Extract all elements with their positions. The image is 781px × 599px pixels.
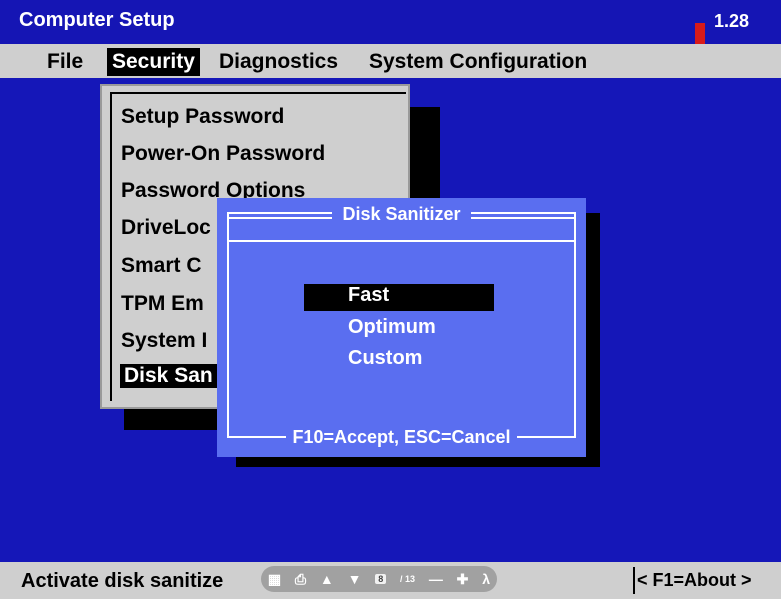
- title-bar: Computer Setup 1.28: [0, 0, 781, 44]
- option-fast[interactable]: Fast: [304, 284, 494, 311]
- disk-sanitizer-dialog: Disk Sanitizer Fast Optimum Custom F10=A…: [217, 198, 586, 457]
- menu-item-setup-password[interactable]: Setup Password: [121, 105, 284, 129]
- menu-item-smart-cover[interactable]: Smart C: [121, 254, 202, 278]
- dialog-border-left: [227, 212, 229, 438]
- option-optimum[interactable]: Optimum: [348, 316, 436, 339]
- dialog-title-text: Disk Sanitizer: [332, 204, 471, 224]
- previous-page-icon[interactable]: ▲: [320, 571, 334, 587]
- menu-item-drivelock[interactable]: DriveLoc: [121, 216, 211, 240]
- dialog-border-right: [574, 212, 576, 438]
- next-page-icon[interactable]: ▼: [348, 571, 362, 587]
- menu-bar: File Security Diagnostics System Configu…: [0, 44, 781, 78]
- dialog-title: Disk Sanitizer: [217, 204, 586, 225]
- option-custom[interactable]: Custom: [348, 347, 422, 370]
- menu-item-power-on-password[interactable]: Power-On Password: [121, 142, 325, 166]
- pdf-viewer-toolbar: ▦ ⎙ ▲ ▼ 8 / 13 — ✚ λ: [261, 566, 497, 592]
- menu-system-configuration[interactable]: System Configuration: [364, 48, 592, 76]
- menu-file[interactable]: File: [42, 48, 88, 76]
- zoom-in-icon[interactable]: ✚: [457, 571, 469, 588]
- menu-security[interactable]: Security: [107, 48, 200, 76]
- status-separator: [633, 567, 635, 594]
- dialog-footer-text[interactable]: F10=Accept, ESC=Cancel: [286, 427, 517, 447]
- acrobat-icon[interactable]: λ: [482, 571, 490, 587]
- dialog-title-divider: [227, 240, 576, 242]
- zoom-out-icon[interactable]: —: [429, 571, 443, 587]
- menu-diagnostics[interactable]: Diagnostics: [214, 48, 343, 76]
- status-help[interactable]: < F1=About >: [637, 570, 752, 591]
- save-icon[interactable]: ▦: [268, 571, 281, 588]
- page-number-input[interactable]: 8: [375, 574, 387, 584]
- version-marker: [695, 23, 705, 44]
- menu-item-tpm-embedded[interactable]: TPM Em: [121, 292, 204, 316]
- menu-item-system-ids[interactable]: System I: [121, 329, 207, 353]
- print-icon[interactable]: ⎙: [295, 571, 306, 588]
- version-label: 1.28: [714, 11, 750, 31]
- app-title: Computer Setup: [19, 9, 175, 31]
- status-message: Activate disk sanitize: [21, 570, 224, 592]
- page-total: / 13: [400, 574, 416, 584]
- dialog-footer: F10=Accept, ESC=Cancel: [217, 427, 586, 448]
